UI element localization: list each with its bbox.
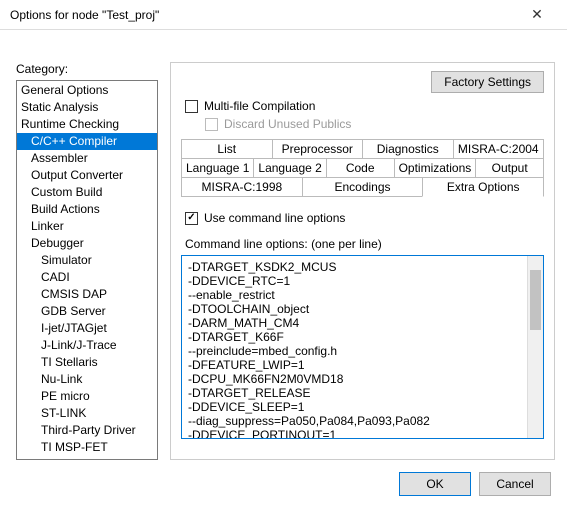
tab[interactable]: Preprocessor — [272, 139, 364, 158]
multi-file-checkbox-row[interactable]: Multi-file Compilation — [185, 99, 544, 113]
tab[interactable]: MISRA-C:1998 — [181, 177, 303, 197]
category-item[interactable]: ST-LINK — [17, 405, 157, 422]
discard-unused-checkbox-row: Discard Unused Publics — [205, 117, 544, 131]
category-item[interactable]: Runtime Checking — [17, 116, 157, 133]
cmdline-label: Command line options: (one per line) — [185, 237, 544, 251]
tab[interactable]: Encodings — [302, 177, 424, 197]
tab-row-3: MISRA-C:1998EncodingsExtra Options — [181, 177, 544, 197]
footer-buttons: OK Cancel — [399, 472, 551, 496]
use-cmdline-checkbox-row[interactable]: Use command line options — [185, 211, 544, 225]
category-item[interactable]: Output Converter — [17, 167, 157, 184]
category-item[interactable]: Nu-Link — [17, 371, 157, 388]
category-item[interactable]: Linker — [17, 218, 157, 235]
tab[interactable]: Language 1 — [181, 158, 254, 177]
category-item[interactable]: Static Analysis — [17, 99, 157, 116]
cmdline-line: -DTARGET_KSDK2_MCUS — [188, 260, 529, 274]
scrollbar-thumb[interactable] — [530, 270, 541, 330]
cmdline-line: -DTOOLCHAIN_object — [188, 302, 529, 316]
cmdline-line: -DTARGET_RELEASE — [188, 386, 529, 400]
checkbox-icon — [205, 118, 218, 131]
tab[interactable]: MISRA-C:2004 — [453, 139, 545, 158]
tab[interactable]: Output — [475, 158, 544, 177]
category-panel: Category: General OptionsStatic Analysis… — [16, 62, 158, 460]
cmdline-line: --diag_suppress=Pa050,Pa084,Pa093,Pa082 — [188, 414, 529, 428]
category-item[interactable]: Third-Party Driver — [17, 422, 157, 439]
category-item[interactable]: Debugger — [17, 235, 157, 252]
use-cmdline-label: Use command line options — [204, 211, 345, 225]
factory-settings-button[interactable]: Factory Settings — [431, 71, 544, 93]
cmdline-line: --enable_restrict — [188, 288, 529, 302]
tab[interactable]: Diagnostics — [362, 139, 454, 158]
close-button[interactable]: ✕ — [517, 1, 557, 29]
multi-file-label: Multi-file Compilation — [204, 99, 315, 113]
category-item[interactable]: TI Stellaris — [17, 354, 157, 371]
options-panel: Factory Settings Multi-file Compilation … — [170, 62, 555, 460]
category-item[interactable]: CADI — [17, 269, 157, 286]
cmdline-line: -DDEVICE_PORTINOUT=1 — [188, 428, 529, 439]
cmdline-line: --preinclude=mbed_config.h — [188, 344, 529, 358]
category-item[interactable]: General Options — [17, 82, 157, 99]
category-item[interactable]: Simulator — [17, 252, 157, 269]
category-item[interactable]: Build Actions — [17, 201, 157, 218]
cmdline-line: -DARM_MATH_CM4 — [188, 316, 529, 330]
window-title: Options for node "Test_proj" — [10, 8, 159, 22]
tab[interactable]: List — [181, 139, 273, 158]
category-item[interactable]: TI MSP-FET — [17, 439, 157, 456]
cmdline-textarea[interactable]: -DTARGET_KSDK2_MCUS-DDEVICE_RTC=1--enabl… — [181, 255, 544, 439]
cmdline-content[interactable]: -DTARGET_KSDK2_MCUS-DDEVICE_RTC=1--enabl… — [188, 260, 529, 439]
tab[interactable]: Optimizations — [394, 158, 477, 177]
checkbox-icon[interactable] — [185, 100, 198, 113]
checkbox-icon[interactable] — [185, 212, 198, 225]
cmdline-line: -DCPU_MK66FN2M0VMD18 — [188, 372, 529, 386]
tab[interactable]: Extra Options — [422, 177, 544, 197]
category-item[interactable]: TI XDS — [17, 456, 157, 460]
tab[interactable]: Code — [326, 158, 395, 177]
extra-options-section: Use command line options Command line op… — [181, 211, 544, 439]
category-label: Category: — [16, 62, 158, 76]
category-item[interactable]: C/C++ Compiler — [17, 133, 157, 150]
category-item[interactable]: Custom Build — [17, 184, 157, 201]
category-item[interactable]: PE micro — [17, 388, 157, 405]
titlebar: Options for node "Test_proj" ✕ — [0, 0, 567, 30]
category-item[interactable]: GDB Server — [17, 303, 157, 320]
category-item[interactable]: Assembler — [17, 150, 157, 167]
tab-rows: ListPreprocessorDiagnosticsMISRA-C:2004 … — [181, 139, 544, 197]
content: Category: General OptionsStatic Analysis… — [0, 30, 567, 470]
close-icon: ✕ — [531, 6, 543, 23]
tab-row-1: ListPreprocessorDiagnosticsMISRA-C:2004 — [181, 139, 544, 158]
cmdline-line: -DFEATURE_LWIP=1 — [188, 358, 529, 372]
ok-button[interactable]: OK — [399, 472, 471, 496]
tab[interactable]: Language 2 — [253, 158, 326, 177]
cancel-button[interactable]: Cancel — [479, 472, 551, 496]
category-item[interactable]: J-Link/J-Trace — [17, 337, 157, 354]
discard-unused-label: Discard Unused Publics — [224, 117, 351, 131]
category-list[interactable]: General OptionsStatic AnalysisRuntime Ch… — [16, 80, 158, 460]
cmdline-line: -DDEVICE_RTC=1 — [188, 274, 529, 288]
cmdline-line: -DDEVICE_SLEEP=1 — [188, 400, 529, 414]
tab-row-2: Language 1Language 2CodeOptimizationsOut… — [181, 158, 544, 177]
category-item[interactable]: I-jet/JTAGjet — [17, 320, 157, 337]
cmdline-line: -DTARGET_K66F — [188, 330, 529, 344]
category-item[interactable]: CMSIS DAP — [17, 286, 157, 303]
scrollbar[interactable] — [527, 256, 543, 438]
